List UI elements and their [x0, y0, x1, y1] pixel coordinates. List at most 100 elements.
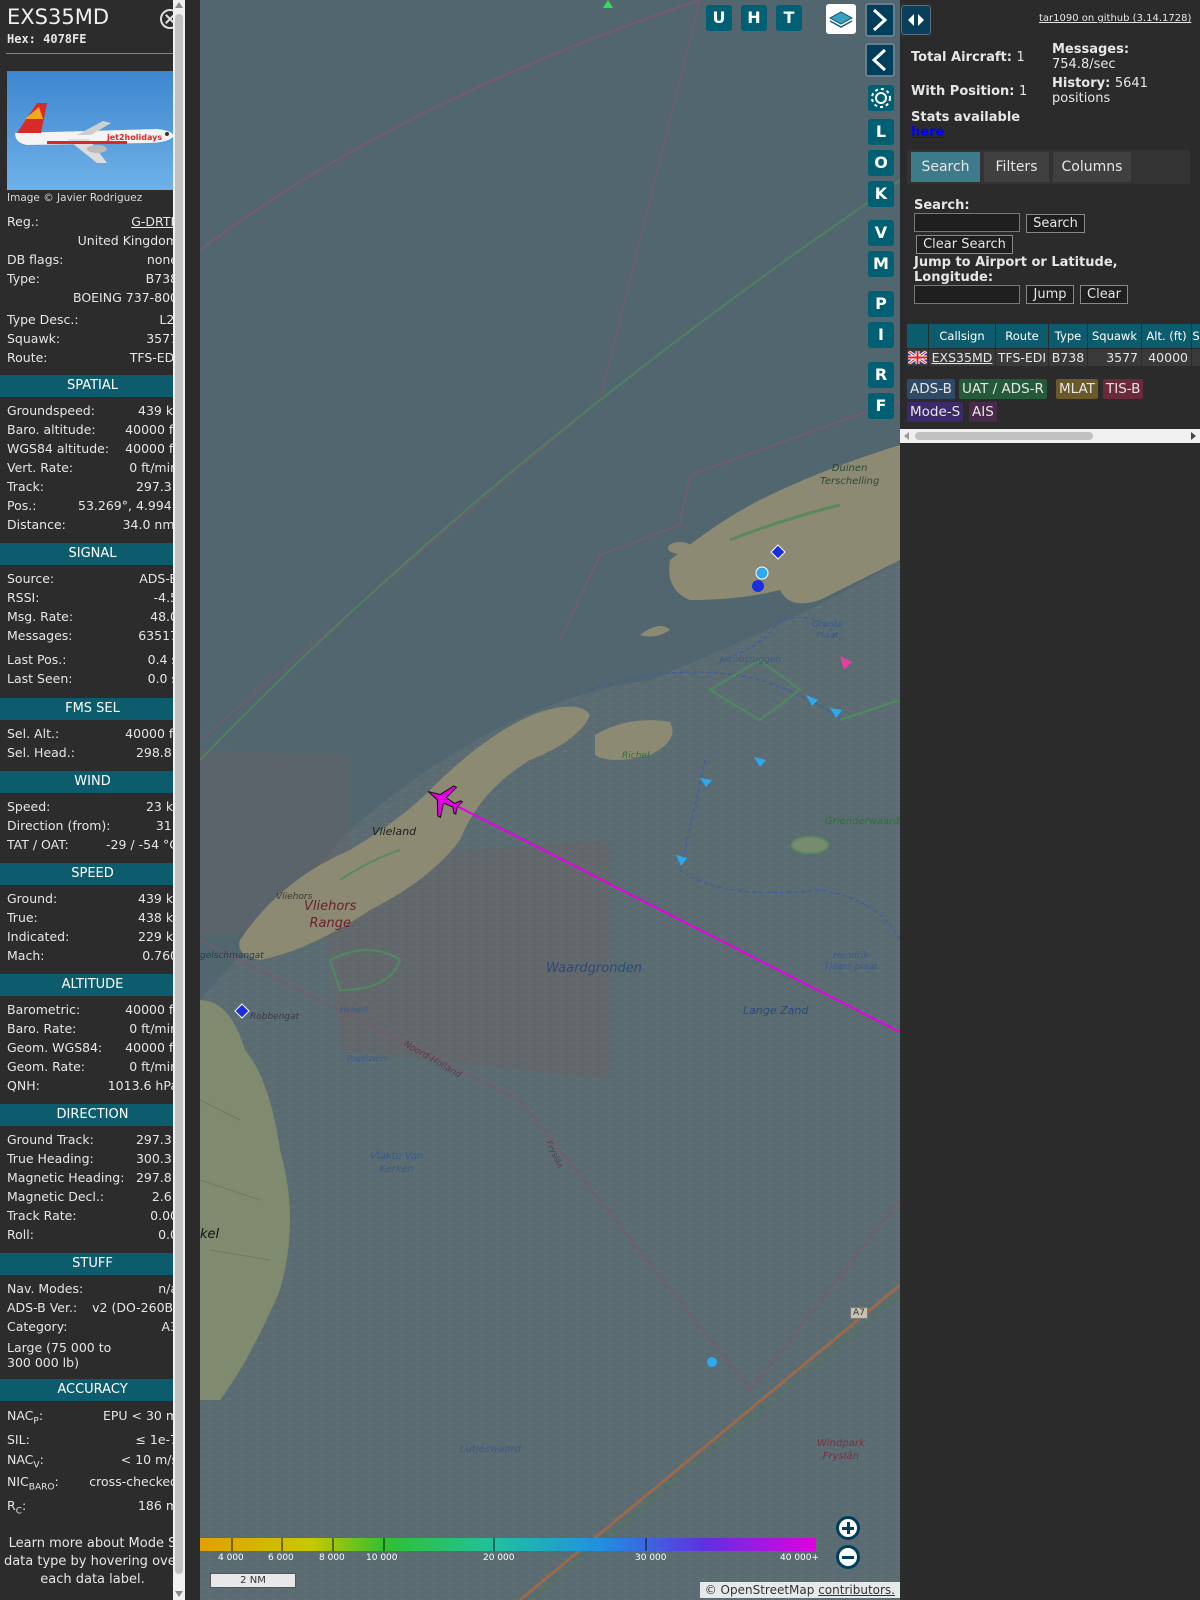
zoom-in-button[interactable]: [836, 1516, 860, 1540]
info-row: QNH: 1013.6 hPa: [7, 1078, 178, 1093]
tab-filters[interactable]: Filters: [984, 152, 1049, 182]
tab-columns[interactable]: Columns: [1053, 152, 1131, 182]
scroll-up-icon[interactable]: [175, 2, 183, 8]
chevron-left-icon: [871, 48, 887, 72]
info-row: Track: 297.3°: [7, 479, 178, 494]
section-speed: SPEED: [0, 863, 185, 885]
info-row: Sel. Alt.: 40000 ft: [7, 726, 178, 741]
map-button-i[interactable]: I: [868, 322, 894, 348]
scroll-thumb[interactable]: [915, 432, 1093, 440]
info-row: Indicated: 229 kt: [7, 929, 178, 944]
legend-modes: Mode-S: [907, 402, 964, 422]
info-row: Speed: 23 kt: [7, 799, 178, 814]
zoom-out-button[interactable]: [836, 1545, 860, 1569]
previous-aircraft-button[interactable]: [865, 43, 895, 77]
map-label: Hengst: [340, 1005, 369, 1014]
map-label: kel: [200, 1227, 220, 1242]
scroll-thumb[interactable]: [175, 14, 183, 1574]
map-button-u[interactable]: U: [706, 5, 732, 31]
map-label: Vliehors Range: [304, 899, 357, 931]
map-button-v[interactable]: V: [868, 220, 894, 246]
github-link[interactable]: tar1090 on github (3.14.1728): [1039, 13, 1191, 24]
map-button-k[interactable]: K: [868, 181, 894, 207]
total-aircraft: Total Aircraft: 1: [911, 50, 1025, 65]
selected-callsign: EXS35MD: [7, 5, 109, 29]
help-note: Learn more about Mode S data type by hov…: [3, 1536, 182, 1587]
map-label: Windpark Fryslân: [817, 1438, 865, 1462]
map-canvas[interactable]: [200, 0, 900, 1600]
info-row: True: 438 kt: [7, 910, 178, 925]
sidebar: tar1090 on github (3.14.1728) Total Airc…: [900, 0, 1200, 1600]
info-row: ADS-B Ver.: v2 (DO-260B): [7, 1300, 178, 1315]
toggle-sidebar-button[interactable]: [901, 5, 931, 35]
table-row-squawk[interactable]: 3577: [1088, 349, 1141, 366]
legend-mlat: MLAT: [1056, 379, 1098, 399]
info-row: SIL: ≤ 1e-7: [7, 1432, 178, 1447]
next-aircraft-button[interactable]: [865, 3, 895, 37]
registration-link[interactable]: G-DRTP: [131, 213, 178, 230]
altitude-scale-label: 30 000: [635, 1553, 667, 1563]
map-label: Jacobsruggen: [720, 655, 782, 665]
column-header-type[interactable]: Type: [1049, 324, 1087, 348]
map-button-o[interactable]: O: [868, 150, 894, 176]
info-row: NACP: EPU < 30 m: [7, 1408, 178, 1427]
column-header-flag[interactable]: [907, 324, 928, 348]
column-header-speed[interactable]: S: [1192, 324, 1200, 348]
layers-icon[interactable]: [826, 4, 856, 34]
map-button-m[interactable]: M: [868, 251, 894, 277]
clear-button[interactable]: Clear: [1080, 285, 1128, 304]
scroll-down-icon[interactable]: [175, 1591, 183, 1597]
tab-search[interactable]: Search: [911, 152, 980, 182]
attribution-link[interactable]: contributors.: [818, 1583, 895, 1597]
search-input[interactable]: [914, 213, 1020, 232]
map-button-h[interactable]: H: [741, 5, 767, 31]
aircraft-photo[interactable]: jet2holidays: [7, 71, 178, 190]
squawk-row: Squawk: 3577: [7, 331, 178, 346]
scroll-right-icon[interactable]: [1191, 432, 1196, 440]
table-row-route[interactable]: TFS-EDI: [996, 349, 1048, 366]
table-row-type[interactable]: B738: [1049, 349, 1087, 366]
scroll-left-icon[interactable]: [904, 432, 909, 440]
altitude-scale-label: 6 000: [268, 1553, 294, 1563]
map-label: Vlakte Van Kerken: [370, 1151, 424, 1175]
map-button-t[interactable]: T: [776, 5, 802, 31]
map-label: Duinen Terschelling: [820, 463, 880, 487]
stats-available: Stats available here: [911, 110, 1021, 140]
info-row: Distance: 34.0 nmi: [7, 517, 178, 532]
info-row: Track Rate: 0.00: [7, 1208, 178, 1223]
jump-input[interactable]: [914, 285, 1020, 304]
map-label: Richel: [622, 751, 650, 761]
map-button-l[interactable]: L: [868, 119, 894, 145]
column-header-altitude[interactable]: Alt. (ft): [1142, 324, 1191, 348]
map-label: Grienderwaard: [825, 816, 900, 827]
table-row-speed[interactable]: [1192, 349, 1200, 366]
table-row-altitude[interactable]: 40000: [1142, 349, 1191, 366]
category-description: Large (75 000 to 300 000 lb): [7, 1340, 112, 1370]
info-row: Nav. Modes: n/a: [7, 1281, 178, 1296]
section-signal: SIGNAL: [0, 543, 185, 565]
map-button-r[interactable]: R: [868, 362, 894, 388]
messages-rate: Messages: 754.8/sec: [1052, 42, 1130, 72]
aircraft-info-panel: EXS35MD Hex: 4078FE jet2holidays Image ©…: [0, 0, 185, 1600]
settings-gear-icon[interactable]: [868, 85, 894, 111]
search-button[interactable]: Search: [1026, 214, 1085, 233]
clear-search-button[interactable]: Clear Search: [916, 235, 1013, 254]
map-label: Lange Zand: [743, 1004, 809, 1017]
map-label: gelschmangat: [200, 951, 264, 961]
column-header-route[interactable]: Route: [996, 324, 1048, 348]
stats-link[interactable]: here: [911, 125, 944, 140]
table-row-callsign[interactable]: EXS35MD: [929, 349, 995, 366]
column-header-squawk[interactable]: Squawk: [1088, 324, 1141, 348]
map-view[interactable]: Duinen Terschelling Groote Plaat Jacobsrug…: [200, 0, 900, 1600]
column-header-callsign[interactable]: Callsign: [929, 324, 995, 348]
with-position: With Position: 1: [911, 84, 1028, 99]
info-scrollbar[interactable]: [173, 0, 185, 1600]
info-row: Last Pos.: 0.4 s: [7, 652, 178, 667]
map-button-f[interactable]: F: [868, 393, 894, 419]
expand-arrows-icon: [908, 14, 924, 26]
search-label: Search:: [914, 198, 970, 213]
jump-button[interactable]: Jump: [1026, 285, 1074, 304]
map-button-p[interactable]: P: [868, 291, 894, 317]
table-scrollbar[interactable]: [900, 429, 1200, 443]
info-row: Ground Track: 297.3°: [7, 1132, 178, 1147]
